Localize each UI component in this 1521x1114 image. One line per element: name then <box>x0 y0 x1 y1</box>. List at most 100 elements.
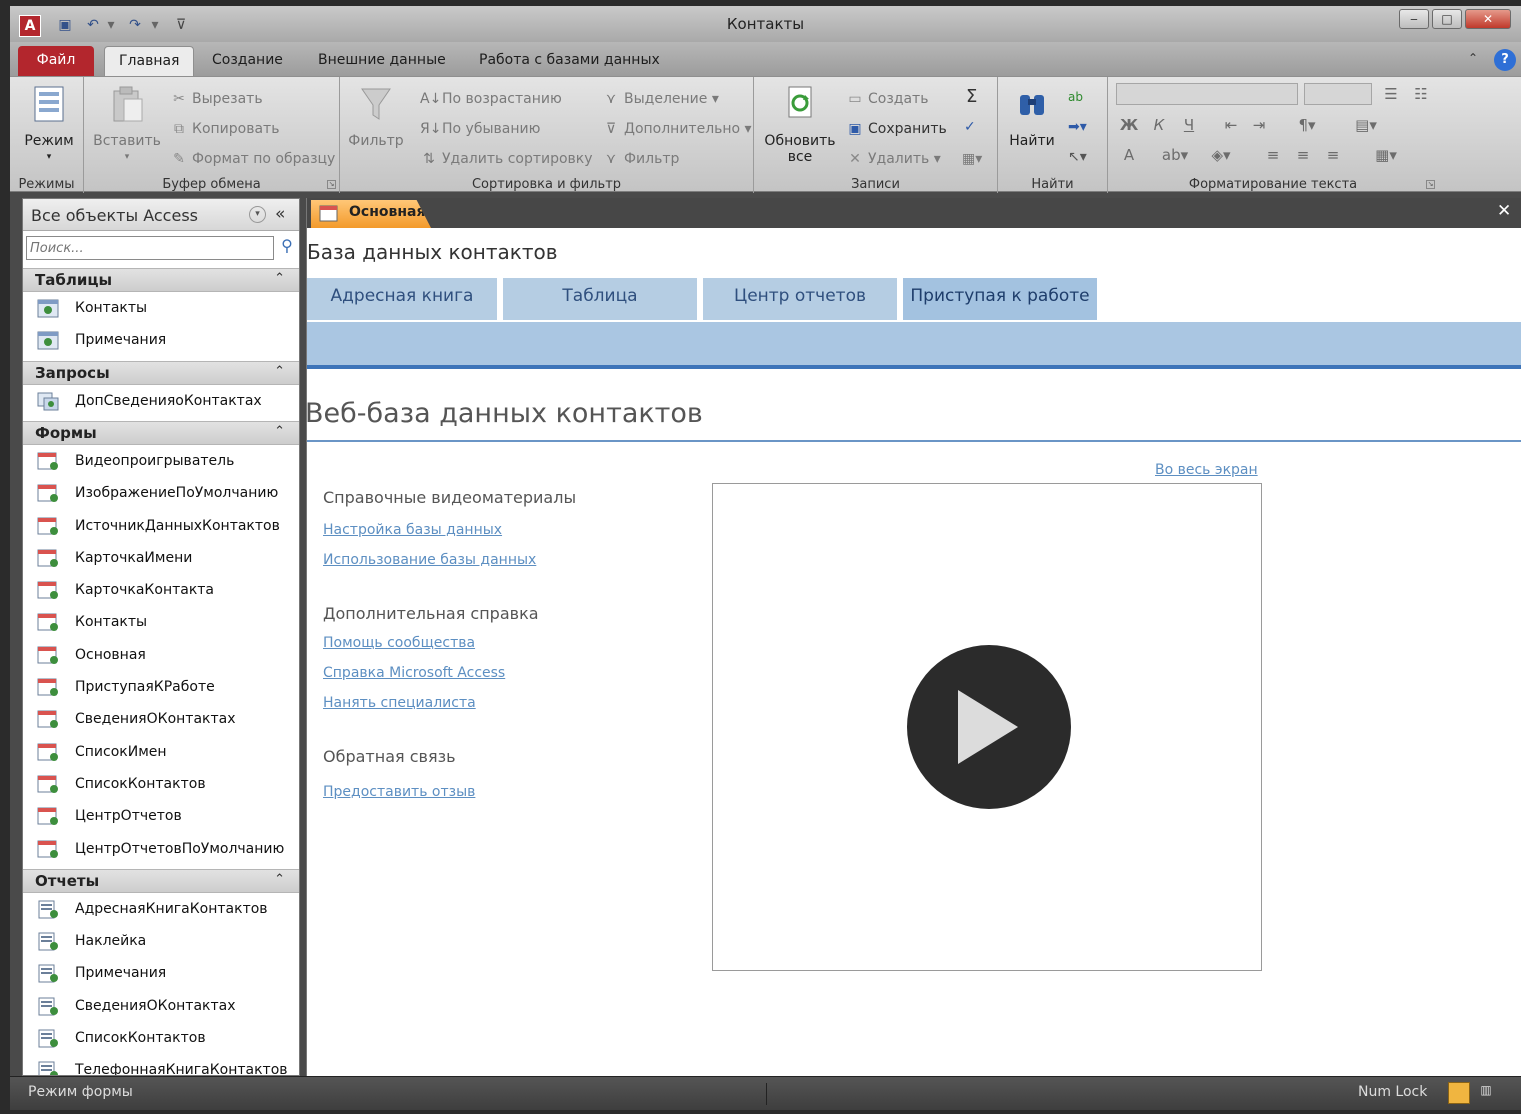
italic-button[interactable]: К <box>1148 115 1170 135</box>
nav-item[interactable]: СписокКонтактов <box>23 1024 299 1054</box>
align-center-icon[interactable]: ≡ <box>1292 145 1314 165</box>
link-setup-database[interactable]: Настройка базы данных <box>323 522 502 538</box>
highlight-icon[interactable]: ab▾ <box>1158 145 1192 165</box>
clipboard-launcher-icon[interactable]: ↘ <box>327 180 336 189</box>
collapse-section-icon[interactable]: ⌃ <box>274 271 285 286</box>
form-view-icon[interactable] <box>1448 1082 1470 1104</box>
nav-item[interactable]: ИсточникДанныхКонтактов <box>23 512 299 542</box>
minimize-ribbon-icon[interactable]: ⌃ <box>1468 51 1478 65</box>
design-view-icon[interactable]: ▥ <box>1478 1083 1494 1103</box>
collapse-section-icon[interactable]: ⌃ <box>274 364 285 379</box>
refresh-all-button[interactable]: Обновить все <box>760 85 840 165</box>
tab-getting-started[interactable]: Приступая к работе <box>903 278 1097 320</box>
nav-item[interactable]: ПриступаяКРаботе <box>23 673 299 703</box>
nav-item[interactable]: Примечания <box>23 959 299 989</box>
cut-button[interactable]: ✂ Вырезать <box>170 90 262 108</box>
nav-item[interactable]: Основная <box>23 641 299 671</box>
link-community-help[interactable]: Помощь сообщества <box>323 635 475 651</box>
nav-section-tables[interactable]: Таблицы ⌃ <box>23 268 299 292</box>
tab-report-center[interactable]: Центр отчетов <box>703 278 897 320</box>
collapse-section-icon[interactable]: ⌃ <box>274 872 285 887</box>
save-record-button[interactable]: ▣ Сохранить <box>846 120 946 138</box>
nav-section-forms[interactable]: Формы ⌃ <box>23 420 299 445</box>
collapse-section-icon[interactable]: ⌃ <box>274 424 285 439</box>
tab-home[interactable]: Главная <box>104 46 195 76</box>
nav-header[interactable]: Все объекты Access ▾ « <box>23 199 299 231</box>
nav-item[interactable]: Контакты <box>23 294 299 324</box>
fill-color-icon[interactable]: ◈▾ <box>1204 145 1238 165</box>
tab-external-data[interactable]: Внешние данные <box>304 46 460 76</box>
nav-item[interactable]: АдреснаяКнигаКонтактов <box>23 895 299 925</box>
more-records-icon[interactable]: ▦▾ <box>962 150 982 168</box>
increase-indent-icon[interactable]: ⇥ <box>1248 115 1270 135</box>
find-button[interactable]: Найти <box>1004 85 1060 149</box>
link-access-help[interactable]: Справка Microsoft Access <box>323 665 505 681</box>
nav-item[interactable]: ДопСведенияоКонтактах <box>23 387 299 417</box>
link-give-feedback[interactable]: Предоставить отзыв <box>323 784 475 800</box>
minimize-button[interactable]: ‒ <box>1399 9 1429 29</box>
sort-ascending-button[interactable]: A↓По возрастанию <box>420 90 562 108</box>
font-size-select[interactable] <box>1304 83 1372 105</box>
nav-item[interactable]: СведенияОКонтактах <box>23 992 299 1022</box>
nav-item[interactable]: Примечания <box>23 326 299 356</box>
underline-button[interactable]: Ч <box>1178 115 1200 135</box>
table-grid-icon[interactable]: ▦▾ <box>1370 145 1402 165</box>
close-document-icon[interactable]: ✕ <box>1497 201 1511 221</box>
totals-icon[interactable]: Σ <box>966 88 977 106</box>
goto-icon[interactable]: ➡▾ <box>1068 118 1087 136</box>
gridlines-icon[interactable]: ▤▾ <box>1350 115 1382 135</box>
delete-record-button[interactable]: ✕ Удалить ▾ <box>846 150 941 168</box>
nav-item[interactable]: ЦентрОтчетов <box>23 802 299 832</box>
link-use-database[interactable]: Использование базы данных <box>323 552 536 568</box>
nav-item[interactable]: КарточкаКонтакта <box>23 576 299 606</box>
font-color-button[interactable]: А <box>1118 145 1140 165</box>
selection-button[interactable]: ⋎ Выделение ▾ <box>602 90 719 108</box>
document-tab[interactable]: Основная <box>311 200 431 228</box>
select-icon[interactable]: ↖▾ <box>1068 148 1087 166</box>
copy-button[interactable]: ⧉ Копировать <box>170 120 279 138</box>
replace-icon[interactable]: ab <box>1068 88 1083 106</box>
nav-item[interactable]: КарточкаИмени <box>23 544 299 574</box>
nav-title[interactable]: Все объекты Access <box>31 206 198 225</box>
nav-item[interactable]: СведенияОКонтактах <box>23 705 299 735</box>
nav-item[interactable]: Контакты <box>23 608 299 638</box>
remove-sort-button[interactable]: ⇅ Удалить сортировку <box>420 150 592 168</box>
font-name-select[interactable] <box>1116 83 1298 105</box>
tab-file[interactable]: Файл <box>18 46 94 76</box>
play-icon[interactable] <box>906 644 1072 810</box>
nav-item[interactable]: Наклейка <box>23 927 299 957</box>
text-format-launcher-icon[interactable]: ↘ <box>1426 180 1435 189</box>
nav-section-reports[interactable]: Отчеты ⌃ <box>23 868 299 893</box>
align-right-icon[interactable]: ≡ <box>1322 145 1344 165</box>
nav-search-input[interactable] <box>26 236 274 260</box>
nav-item[interactable]: СписокКонтактов <box>23 770 299 800</box>
new-record-button[interactable]: ▭ Создать <box>846 90 928 108</box>
tab-create[interactable]: Создание <box>198 46 297 76</box>
paste-button[interactable]: Вставить ▾ <box>90 85 164 165</box>
nav-menu-chevron-icon[interactable]: ▾ <box>249 206 266 223</box>
decrease-indent-icon[interactable]: ⇤ <box>1220 115 1242 135</box>
nav-item[interactable]: СписокИмен <box>23 738 299 768</box>
nav-item[interactable]: Видеопроигрыватель <box>23 447 299 477</box>
sort-descending-button[interactable]: Я↓По убыванию <box>420 120 540 138</box>
bullets-icon[interactable]: ☰ <box>1380 84 1402 104</box>
nav-section-queries[interactable]: Запросы ⌃ <box>23 360 299 385</box>
format-painter-button[interactable]: ✎ Формат по образцу <box>170 150 335 168</box>
spelling-icon[interactable]: ✓ <box>964 118 976 136</box>
filter-button[interactable]: Фильтр <box>346 85 406 149</box>
view-mode-button[interactable]: Режим ▾ <box>18 85 80 165</box>
nav-item[interactable]: ИзображениеПоУмолчанию <box>23 479 299 509</box>
tab-address-book[interactable]: Адресная книга <box>307 278 497 320</box>
help-icon[interactable]: ? <box>1494 49 1516 71</box>
video-player[interactable] <box>712 483 1262 971</box>
link-hire-expert[interactable]: Нанять специалиста <box>323 695 476 711</box>
maximize-button[interactable]: □ <box>1432 9 1462 29</box>
bold-button[interactable]: Ж <box>1118 115 1140 135</box>
nav-item[interactable]: ТелефоннаяКнигаКонтактов <box>23 1056 299 1075</box>
toggle-filter-button[interactable]: ⋎ Фильтр <box>602 150 680 168</box>
align-left-icon[interactable]: ≡ <box>1262 145 1284 165</box>
search-icon[interactable]: ⚲ <box>277 236 297 258</box>
tab-database-tools[interactable]: Работа с базами данных <box>465 46 674 76</box>
nav-item[interactable]: ЦентрОтчетовПоУмолчанию <box>23 835 299 865</box>
paragraph-direction-icon[interactable]: ¶▾ <box>1292 115 1322 135</box>
